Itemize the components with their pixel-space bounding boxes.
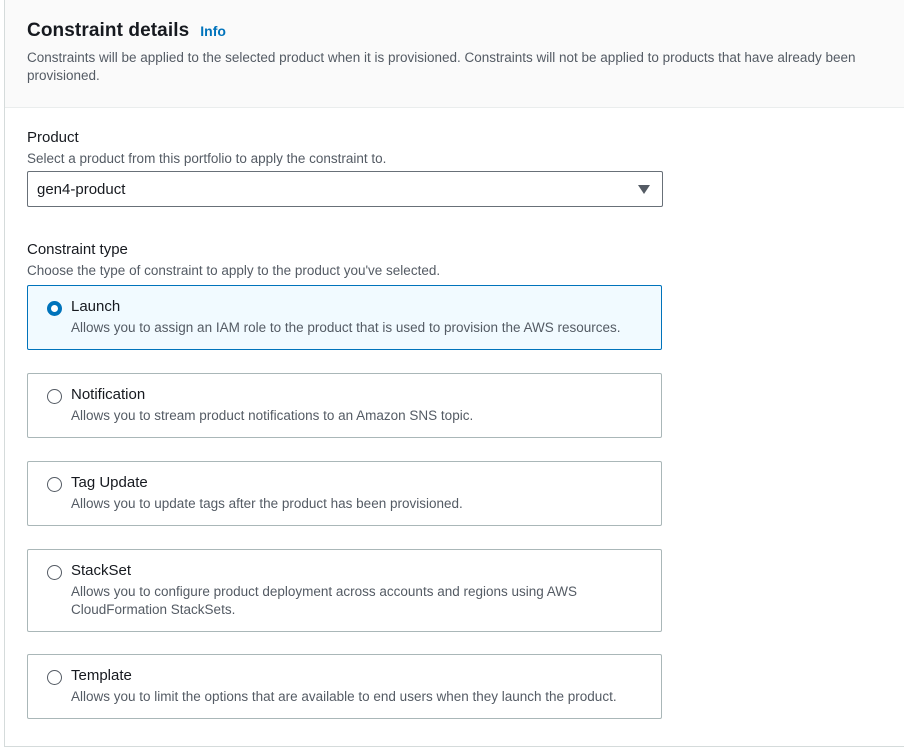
- tile-tag-update[interactable]: Tag Update Allows you to update tags aft…: [27, 461, 662, 526]
- tile-label: Notification: [71, 386, 146, 403]
- page-title: Constraint details: [27, 20, 190, 41]
- tile-template[interactable]: Template Allows you to limit the options…: [27, 654, 662, 719]
- tile-label: StackSet: [71, 562, 132, 579]
- radio-unchecked-icon[interactable]: [47, 477, 62, 492]
- tile-notification[interactable]: Notification Allows you to stream produc…: [27, 373, 662, 438]
- radio-unchecked-icon[interactable]: [47, 565, 62, 580]
- product-select[interactable]: gen4-product: [27, 171, 663, 207]
- tile-label: Tag Update: [71, 474, 148, 491]
- product-field: Product Select a product from this portf…: [27, 128, 904, 207]
- tile-description: Allows you to update tags after the prod…: [71, 496, 463, 511]
- tile-stackset[interactable]: StackSet Allows you to configure product…: [27, 549, 662, 632]
- panel-header: Constraint details Info Constraints will…: [5, 0, 904, 108]
- header-description: Constraints will be applied to the selec…: [27, 50, 856, 83]
- tile-launch[interactable]: Launch Allows you to assign an IAM role …: [27, 285, 662, 350]
- tile-description: Allows you to configure product deployme…: [71, 584, 578, 617]
- caret-down-icon: [638, 185, 650, 194]
- constraint-details-panel: Constraint details Info Constraints will…: [4, 0, 904, 747]
- product-description: Select a product from this portfolio to …: [27, 151, 387, 166]
- info-link[interactable]: Info: [200, 23, 226, 39]
- title-row: Constraint details Info: [27, 20, 904, 42]
- radio-unchecked-icon[interactable]: [47, 670, 62, 685]
- constraint-type-field: Constraint type Choose the type of const…: [27, 240, 904, 719]
- panel-body: Product Select a product from this portf…: [5, 108, 904, 719]
- product-label: Product: [27, 129, 79, 146]
- constraint-type-description: Choose the type of constraint to apply t…: [27, 263, 441, 278]
- tile-label: Template: [71, 667, 132, 684]
- tile-description: Allows you to stream product notificatio…: [71, 408, 474, 423]
- product-select-value: gen4-product: [37, 180, 126, 198]
- tile-description: Allows you to assign an IAM role to the …: [71, 320, 621, 335]
- radio-unchecked-icon[interactable]: [47, 389, 62, 404]
- radio-checked-icon[interactable]: [47, 301, 62, 316]
- tile-description: Allows you to limit the options that are…: [71, 689, 617, 704]
- tile-label: Launch: [71, 298, 121, 315]
- constraint-type-label: Constraint type: [27, 241, 128, 258]
